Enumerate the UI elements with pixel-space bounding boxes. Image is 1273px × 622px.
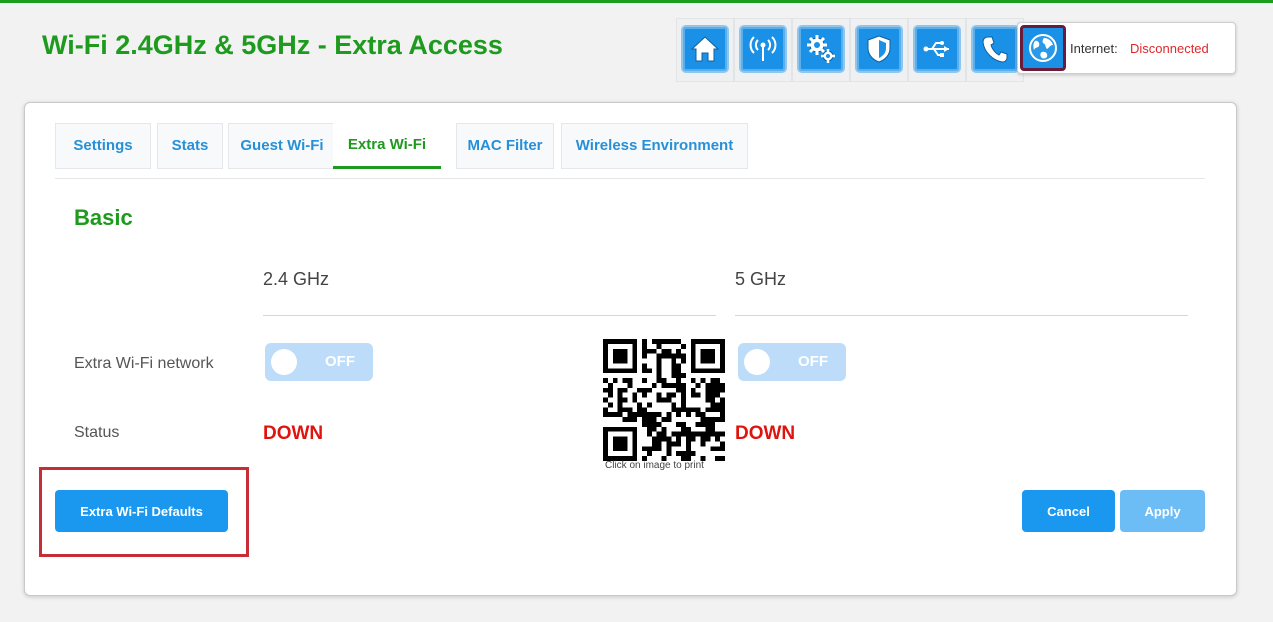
shield-icon [867, 35, 891, 63]
top-accent-line [0, 0, 1273, 3]
band-5-divider [735, 315, 1188, 316]
internet-button[interactable] [1020, 25, 1066, 71]
section-title: Basic [74, 205, 133, 230]
toggle-knob [271, 349, 297, 375]
internet-status-panel: Internet: Disconnected [1017, 22, 1236, 74]
toggle-state: OFF [325, 353, 355, 370]
gears-icon [807, 35, 835, 63]
highlight-box [39, 467, 249, 557]
tab-stats[interactable]: Stats [157, 123, 223, 169]
nav-cell-usb [908, 18, 966, 82]
toggle-state: OFF [798, 353, 828, 370]
nav-cell-phone [966, 18, 1024, 82]
tab-mac-filter[interactable]: MAC Filter [456, 123, 554, 169]
home-button[interactable] [681, 25, 729, 73]
nav-cell-settings [792, 18, 850, 82]
usb-icon [923, 41, 949, 57]
band-24-status: DOWN [263, 423, 324, 444]
toggle-knob [744, 349, 770, 375]
band-5-toggle[interactable]: OFF [738, 343, 846, 381]
band-24-heading: 2.4 GHz [263, 269, 330, 289]
phone-button[interactable] [971, 25, 1019, 73]
qr-code-image[interactable] [603, 339, 725, 461]
globe-icon [1029, 34, 1057, 62]
band-24-divider [263, 315, 716, 316]
home-icon [690, 36, 720, 62]
nav-cell-security [850, 18, 908, 82]
internet-label: Internet: [1070, 41, 1118, 56]
internet-status-text: Disconnected [1130, 41, 1209, 56]
usb-button[interactable] [913, 25, 961, 73]
nav-cell-wireless [734, 18, 792, 82]
phone-icon [982, 36, 1008, 63]
band-5-heading: 5 GHz [735, 269, 787, 289]
tab-guest-wifi[interactable]: Guest Wi-Fi [228, 123, 336, 169]
band-5-status: DOWN [735, 423, 796, 444]
tab-wireless-environment[interactable]: Wireless Environment [561, 123, 748, 169]
wireless-button[interactable] [739, 25, 787, 73]
band-24-toggle[interactable]: OFF [265, 343, 373, 381]
cancel-button[interactable]: Cancel [1022, 490, 1115, 532]
apply-button[interactable]: Apply [1120, 490, 1205, 532]
qr-caption: Click on image to print [605, 460, 704, 471]
wireless-icon [749, 36, 777, 61]
security-button[interactable] [855, 25, 903, 73]
status-label: Status [74, 424, 120, 441]
tab-extra-wifi[interactable]: Extra Wi-Fi [333, 123, 441, 169]
nav-cell-home [676, 18, 734, 82]
tabs-divider [55, 178, 1205, 179]
tab-settings[interactable]: Settings [55, 123, 151, 169]
page-title: Wi-Fi 2.4GHz & 5GHz - Extra Access [42, 30, 503, 60]
extra-wifi-network-label: Extra Wi-Fi network [74, 355, 214, 372]
settings-button[interactable] [797, 25, 845, 73]
